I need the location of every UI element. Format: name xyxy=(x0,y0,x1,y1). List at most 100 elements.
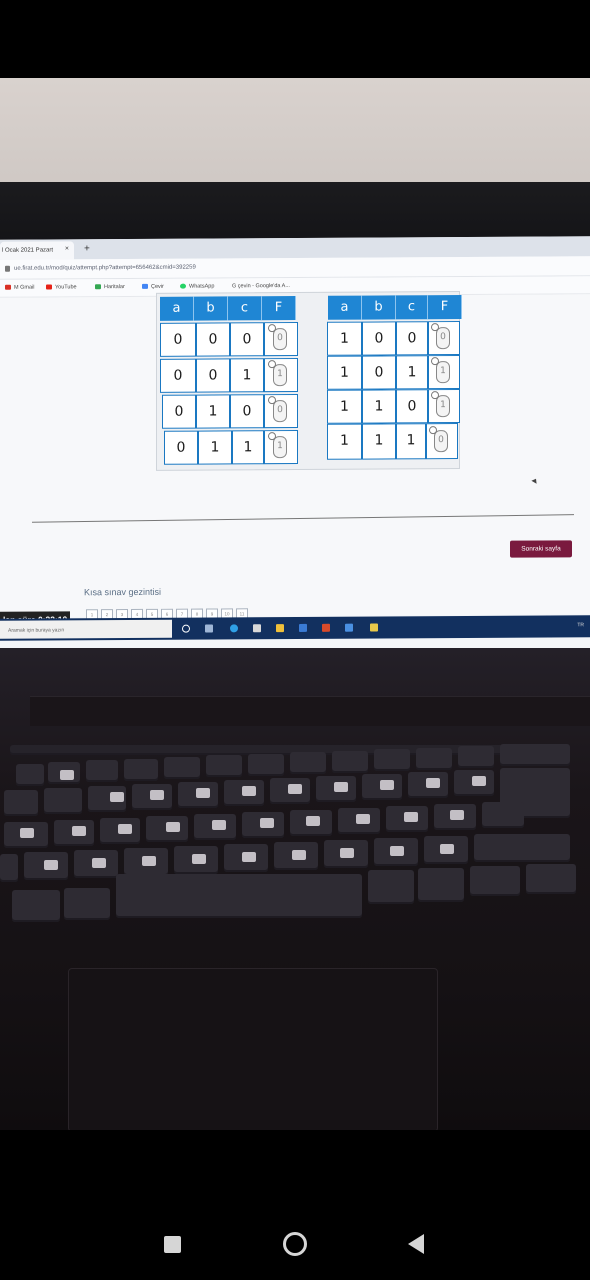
key-sticker xyxy=(334,782,348,792)
key-sticker xyxy=(356,814,370,824)
file-explorer-icon[interactable] xyxy=(253,624,261,633)
key-sticker xyxy=(192,854,206,864)
keyboard-key xyxy=(368,870,414,904)
key-sticker xyxy=(118,824,132,834)
store-icon[interactable] xyxy=(299,623,307,632)
key-sticker xyxy=(340,848,354,858)
table-cell: 0 xyxy=(396,389,428,424)
table-cell: 0 xyxy=(396,321,428,356)
keyboard-key xyxy=(164,757,200,779)
keyboard-key xyxy=(0,854,18,882)
bookmark-whatsapp[interactable]: WhatsApp xyxy=(180,283,214,290)
key-sticker xyxy=(260,818,274,828)
cortana-icon[interactable] xyxy=(182,624,190,633)
key-sticker xyxy=(390,846,404,856)
answer-input[interactable]: 0 xyxy=(434,430,448,453)
answer-input[interactable]: 1 xyxy=(273,436,287,459)
answer-input[interactable]: 0 xyxy=(273,328,287,351)
table-cell: 0 xyxy=(362,321,396,356)
divider-line xyxy=(32,514,574,523)
url-text[interactable]: ue.firat.edu.tr/mod/quiz/attempt.php?att… xyxy=(14,265,196,272)
mouse-cursor-icon xyxy=(531,477,539,484)
taskbar-search-input[interactable]: Aramak için buraya yazın xyxy=(0,619,172,639)
keyboard-key xyxy=(86,760,118,782)
key-sticker xyxy=(242,786,256,796)
key-sticker xyxy=(440,844,454,854)
answer-cell: 1 xyxy=(264,357,298,393)
table-cell: 0 xyxy=(196,322,230,357)
keyboard-key xyxy=(416,748,452,770)
table-cell: 0 xyxy=(160,322,196,357)
answer-input[interactable]: 1 xyxy=(436,395,450,418)
table-cell: 1 xyxy=(230,358,264,393)
folder-icon[interactable] xyxy=(276,624,284,633)
answer-cell: 0 xyxy=(426,423,458,460)
photo-top-black-bar xyxy=(0,0,590,78)
table-cell: 0 xyxy=(230,322,264,357)
table-header: b xyxy=(194,296,228,321)
keyboard-key xyxy=(500,744,570,766)
touchpad xyxy=(68,968,438,1132)
answer-cell: 0 xyxy=(264,393,298,429)
home-button[interactable] xyxy=(283,1232,307,1256)
mail-icon[interactable] xyxy=(345,623,353,632)
windows-taskbar: Aramak için buraya yazın TR xyxy=(0,615,590,641)
back-button[interactable] xyxy=(408,1234,424,1254)
youtube-icon xyxy=(46,284,52,290)
tab-title: l Ocak 2021 Pazart xyxy=(2,247,54,254)
edge-icon[interactable] xyxy=(230,624,238,633)
table-cell: 1 xyxy=(396,423,426,460)
key-sticker xyxy=(110,792,124,802)
maps-icon xyxy=(95,284,101,290)
new-tab-icon[interactable]: + xyxy=(84,243,90,254)
system-tray[interactable]: TR xyxy=(577,622,584,628)
keyboard-key xyxy=(12,890,60,922)
keyboard-key xyxy=(458,746,494,768)
table-cell: 0 xyxy=(162,394,196,429)
close-icon[interactable]: × xyxy=(65,245,69,252)
keyboard-key xyxy=(206,755,242,777)
keyboard-key xyxy=(248,754,284,776)
keyboard-key xyxy=(374,749,410,771)
translate-icon xyxy=(142,283,148,289)
key-sticker xyxy=(242,852,256,862)
key-sticker xyxy=(212,820,226,830)
background-wall xyxy=(0,78,590,188)
keyboard-key xyxy=(116,874,362,918)
answer-input[interactable]: 1 xyxy=(273,364,287,387)
table-cell: 1 xyxy=(196,394,230,429)
browser-tab[interactable]: l Ocak 2021 Pazart × xyxy=(0,241,74,260)
answer-input[interactable]: 0 xyxy=(436,327,450,350)
bookmark-gmail[interactable]: M Gmail xyxy=(5,285,34,291)
answer-input[interactable]: 1 xyxy=(436,361,450,384)
answer-input[interactable]: 0 xyxy=(273,400,287,423)
key-sticker xyxy=(72,826,86,836)
table-cell: 0 xyxy=(362,355,396,390)
answer-cell: 1 xyxy=(428,388,460,424)
task-view-icon[interactable] xyxy=(205,624,213,633)
bookmark-google-search[interactable]: G çevin - Google'da A... xyxy=(232,283,290,289)
bookmark-translate[interactable]: Çevir xyxy=(142,284,164,290)
key-sticker xyxy=(380,780,394,790)
quiz-navigation-title: Kısa sınav gezintisi xyxy=(84,586,162,598)
key-sticker xyxy=(166,822,180,832)
bookmark-youtube[interactable]: YouTube xyxy=(46,284,77,290)
key-sticker xyxy=(288,784,302,794)
bookmark-maps[interactable]: Haritalar xyxy=(95,284,125,290)
table-header: a xyxy=(160,296,194,321)
office-icon[interactable] xyxy=(322,623,330,632)
chrome-icon[interactable] xyxy=(370,623,378,632)
answer-cell: 1 xyxy=(428,354,460,390)
answer-cell: 0 xyxy=(264,321,298,357)
table-header: F xyxy=(262,295,296,321)
recent-apps-button[interactable] xyxy=(164,1236,181,1253)
table-cell: 1 xyxy=(232,430,264,465)
key-sticker xyxy=(196,788,210,798)
table-cell: 1 xyxy=(327,389,362,424)
key-sticker xyxy=(92,858,106,868)
table-cell: 1 xyxy=(327,321,362,356)
keyboard-key xyxy=(526,864,576,894)
key-sticker xyxy=(60,770,74,780)
next-page-button[interactable]: Sonraki sayfa xyxy=(510,540,572,558)
whatsapp-icon xyxy=(180,283,186,289)
